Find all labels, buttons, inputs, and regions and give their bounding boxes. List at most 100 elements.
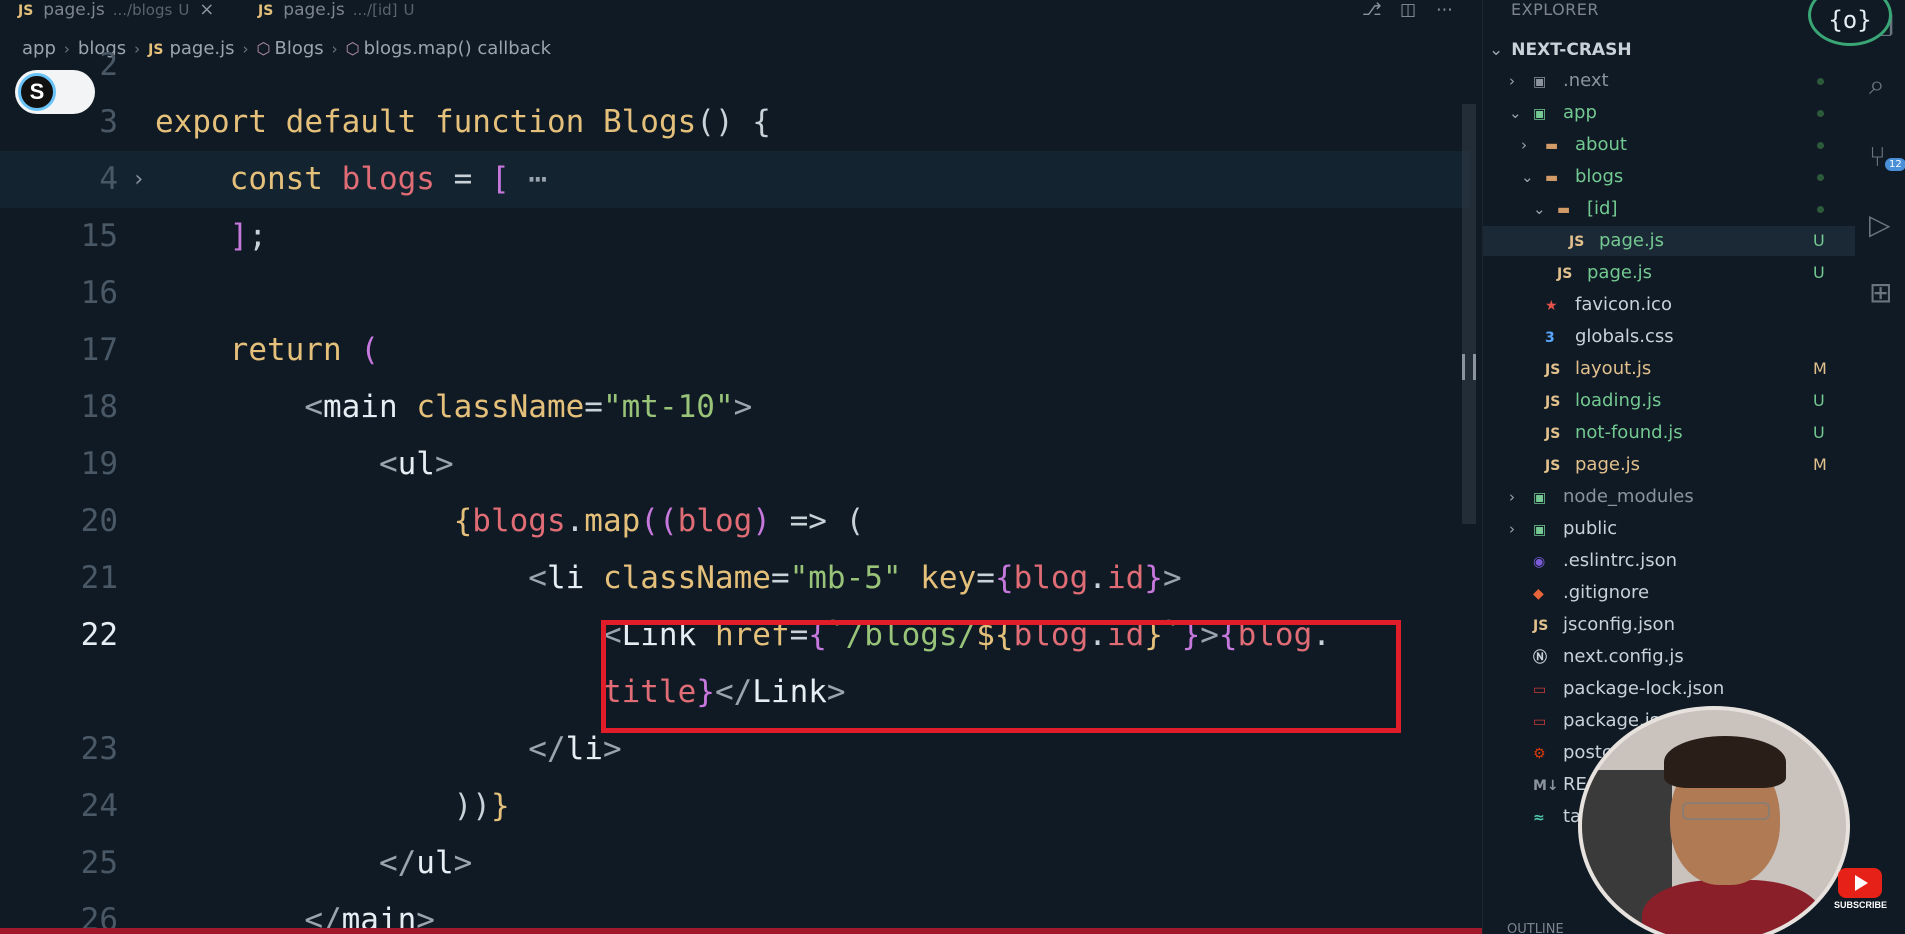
tab-label: page.js: [43, 0, 105, 20]
tree-item-jsconfig[interactable]: JS jsconfig.json: [1483, 610, 1856, 640]
code-text: <li className="mb-5" key={blog.id}>: [528, 560, 1182, 596]
tree-item-label: layout.js: [1575, 358, 1652, 379]
run-debug-icon[interactable]: ▷: [1869, 208, 1891, 241]
tree-item-node-modules[interactable]: › ▣ node_modules: [1483, 482, 1856, 512]
tree-item-about[interactable]: › ▬ about: [1483, 130, 1856, 160]
line-number: 2: [99, 47, 118, 83]
status-dot: [1817, 206, 1824, 213]
code-text: export default function Blogs() {: [155, 104, 771, 140]
chevron-right-icon[interactable]: ›: [132, 151, 145, 208]
tree-item-label: node_modules: [1563, 486, 1694, 507]
git-status: U: [1813, 391, 1825, 410]
js-file-icon: JS: [1545, 362, 1561, 378]
tree-item-favicon[interactable]: ★ favicon.ico: [1483, 290, 1856, 320]
git-status: M: [1813, 455, 1827, 474]
tree-item-next-config[interactable]: Ⓝ next.config.js: [1483, 642, 1856, 672]
tree-item-label: favicon.ico: [1575, 294, 1672, 315]
git-status: U: [1813, 231, 1825, 250]
tree-item-not-found[interactable]: JS not-found.js U: [1483, 418, 1856, 448]
tree-item-next[interactable]: › ▣ .next: [1483, 66, 1856, 96]
line-number: 20: [80, 503, 118, 539]
code-text: <main className="mt-10">: [304, 389, 753, 425]
code-text: const blogs = [ ⋯: [229, 161, 548, 197]
git-status: U: [1813, 423, 1825, 442]
line-number: 17: [80, 332, 118, 368]
tree-item-app[interactable]: ⌄ ▣ app: [1483, 98, 1856, 128]
tree-item-blogs-page[interactable]: JS page.js U: [1483, 258, 1856, 288]
subscribe-button[interactable]: SUBSCRIBE: [1834, 866, 1888, 918]
project-name: NEXT-CRASH: [1511, 40, 1632, 60]
webcam-person-glasses: [1682, 802, 1770, 820]
code-line: 19 <ul>: [0, 436, 1470, 493]
folder-app-icon: ▣: [1533, 106, 1547, 122]
code-line: 25 </ul>: [0, 835, 1470, 892]
tree-item-eslintrc[interactable]: ◉ .eslintrc.json: [1483, 546, 1856, 576]
tab-bar: JS page.js .../blogs U × JS page.js .../[id] U …: [0, 0, 1482, 24]
tree-item-layout[interactable]: JS layout.js M: [1483, 354, 1856, 384]
line-number: 22: [80, 617, 118, 653]
video-progress-bar: [0, 928, 1482, 934]
more-actions-icon[interactable]: ⋯: [1436, 0, 1453, 20]
tree-item-gitignore[interactable]: ◆ .gitignore: [1483, 578, 1856, 608]
tree-item-label: not-found.js: [1575, 422, 1683, 443]
tree-item-package-lock[interactable]: ▭ package-lock.json: [1483, 674, 1856, 704]
close-icon[interactable]: ×: [199, 0, 214, 20]
tree-item-label: page.js: [1587, 262, 1653, 283]
tree-item-label: .gitignore: [1563, 582, 1650, 603]
tree-item-id[interactable]: ⌄ ▬ [id]: [1483, 194, 1856, 224]
tab-label: page.js: [283, 0, 345, 20]
compare-changes-icon[interactable]: ⎇: [1362, 0, 1382, 20]
extensions-icon[interactable]: ⊞: [1869, 276, 1892, 309]
project-header[interactable]: ⌄ NEXT-CRASH: [1489, 40, 1632, 60]
code-text: ];: [229, 218, 267, 254]
code-line: 15 ];: [0, 208, 1470, 265]
split-editor-icon[interactable]: ◫: [1400, 0, 1416, 20]
editor-area: JS page.js .../blogs U × JS page.js .../[id] U …: [0, 0, 1482, 934]
js-file-icon: JS: [1545, 394, 1561, 410]
tree-item-label: loading.js: [1575, 390, 1662, 411]
tree-item-id-page[interactable]: JS page.js U: [1483, 226, 1856, 256]
tree-item-app-page[interactable]: JS page.js M: [1483, 450, 1856, 480]
chevron-right-icon: ›: [1509, 72, 1515, 90]
chevron-right-icon: ›: [1509, 520, 1515, 538]
tab-blogs-page[interactable]: JS page.js .../blogs U ×: [18, 0, 214, 24]
line-number: 15: [80, 218, 118, 254]
tree-item-label: package-lock.json: [1563, 678, 1725, 699]
tree-item-label: page.js: [1599, 230, 1665, 251]
line-number: 25: [80, 845, 118, 881]
tree-item-label: app: [1563, 102, 1597, 123]
subscribe-label: SUBSCRIBE: [1834, 900, 1888, 910]
next-logo-icon: Ⓝ: [1533, 650, 1547, 666]
tree-item-globals[interactable]: 3 globals.css: [1483, 322, 1856, 352]
npm-icon: ▭: [1533, 682, 1547, 698]
webcam-overlay: [1578, 706, 1850, 934]
scroll-position-marker: [1462, 354, 1476, 380]
tree-item-label: globals.css: [1575, 326, 1674, 347]
tree-item-public[interactable]: › ▣ public: [1483, 514, 1856, 544]
tree-item-label: next.config.js: [1563, 646, 1684, 667]
chevron-right-icon: ›: [1509, 488, 1515, 506]
chevron-right-icon: ›: [1521, 136, 1527, 154]
postcss-icon: ⚙: [1533, 746, 1546, 762]
tree-item-label: .eslintrc.json: [1563, 550, 1678, 571]
chevron-down-icon: ⌄: [1489, 40, 1504, 60]
chevron-down-icon: ⌄: [1509, 104, 1522, 122]
source-control-icon[interactable]: ⑂: [1869, 140, 1886, 173]
tree-item-blogs[interactable]: ⌄ ▬ blogs: [1483, 162, 1856, 192]
outline-section-header[interactable]: OUTLINE: [1507, 922, 1564, 934]
tab-path: .../blogs: [112, 1, 173, 19]
line-number: 4: [99, 161, 118, 197]
git-icon: ◆: [1533, 586, 1544, 602]
search-icon[interactable]: ⌕: [1869, 68, 1885, 102]
code-line: 16: [0, 265, 1470, 322]
tree-item-label: [id]: [1587, 198, 1618, 219]
eslint-icon: ◉: [1533, 554, 1546, 570]
tab-id-page[interactable]: JS page.js .../[id] U: [258, 0, 415, 24]
editor-scrollbar[interactable]: [1462, 104, 1476, 524]
play-icon: [1855, 875, 1868, 891]
tree-item-loading[interactable]: JS loading.js U: [1483, 386, 1856, 416]
folder-node-icon: ▣: [1533, 490, 1547, 506]
webcam-person-shirt: [1642, 880, 1822, 934]
js-file-icon: JS: [1557, 266, 1573, 282]
chevron-down-icon: ⌄: [1533, 200, 1546, 218]
